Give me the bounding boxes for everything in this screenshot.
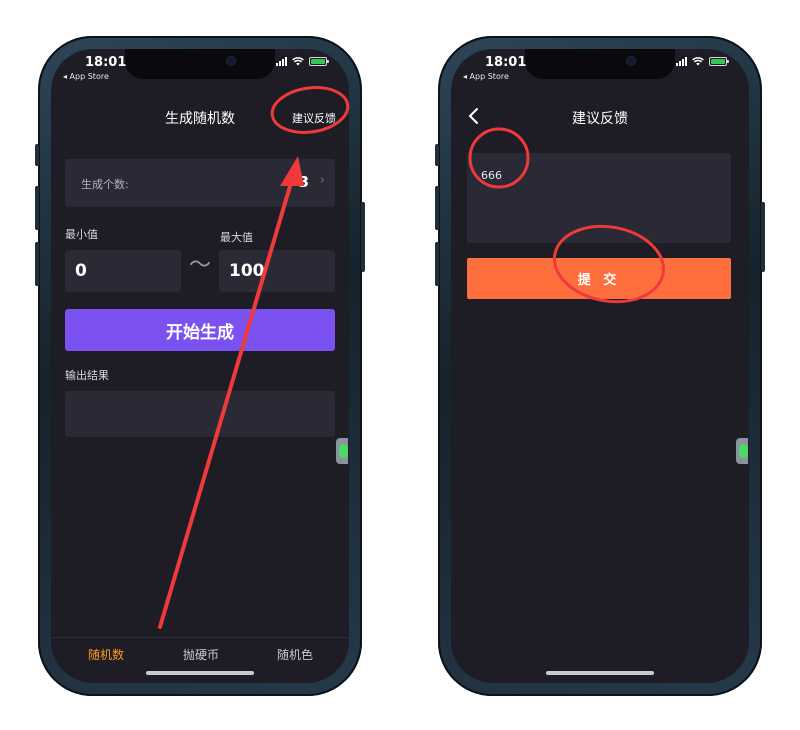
left-screen: 18:01 ◂ App Store 生成随机数 建议反馈 生成个数: 3 › 最… [51,49,349,683]
assistive-side-tab[interactable] [736,438,748,464]
wifi-icon [692,57,704,66]
camera-icon [627,57,635,65]
status-icons [676,57,729,66]
tab-random-color[interactable]: 随机色 [277,646,313,663]
back-to-app-store-link[interactable]: ◂ App Store [63,72,109,81]
tab-random-number[interactable]: 随机数 [88,646,124,663]
generate-count-value: 3 [298,173,309,191]
generate-count-label: 生成个数: [81,178,129,191]
generate-count-row[interactable]: 生成个数: 3 › [65,159,335,207]
wifi-icon [292,57,304,66]
page-title: 建议反馈 [572,111,628,127]
right-phone-frame: 18:01 ◂ App Store 建议反馈 666 提 交 [435,36,765,696]
mute-switch [435,144,439,166]
signal-icon [676,57,687,66]
feedback-textarea[interactable]: 666 [467,153,731,243]
feedback-link[interactable]: 建议反馈 [292,110,336,126]
submit-button[interactable]: 提 交 [467,258,731,299]
start-generate-button[interactable]: 开始生成 [65,309,335,351]
power-button [361,202,365,272]
volume-up-button [35,186,39,230]
status-time: 18:01 [85,55,127,70]
power-button [761,202,765,272]
notch [525,49,675,79]
home-indicator [146,671,254,675]
volume-down-button [35,242,39,286]
battery-icon [709,57,729,66]
min-value-input[interactable]: 0 [65,250,181,292]
signal-icon [276,57,287,66]
notch [125,49,275,79]
tab-bar: 随机数 抛硬币 随机色 [51,637,349,672]
status-time: 18:01 [485,55,527,70]
status-icons [276,57,329,66]
left-phone-frame: 18:01 ◂ App Store 生成随机数 建议反馈 生成个数: 3 › 最… [35,36,365,696]
feedback-text: 666 [481,169,502,182]
output-result-label: 输出结果 [65,369,109,382]
home-indicator [546,671,654,675]
range-separator: 〜 [189,253,212,278]
camera-icon [227,57,235,65]
max-value-input[interactable]: 100 [219,250,335,292]
output-result-box [65,391,335,437]
battery-icon [309,57,329,66]
assistive-side-tab[interactable] [336,438,348,464]
mute-switch [35,144,39,166]
max-value-label: 最大值 [220,231,253,244]
max-value-text: 100 [229,261,265,281]
volume-up-button [435,186,439,230]
min-value-text: 0 [75,261,87,281]
back-to-app-store-link[interactable]: ◂ App Store [463,72,509,81]
chevron-right-icon: › [319,173,325,188]
min-value-label: 最小值 [65,228,98,241]
tab-coin-flip[interactable]: 抛硬币 [183,646,219,663]
right-screen: 18:01 ◂ App Store 建议反馈 666 提 交 [451,49,749,683]
volume-down-button [435,242,439,286]
